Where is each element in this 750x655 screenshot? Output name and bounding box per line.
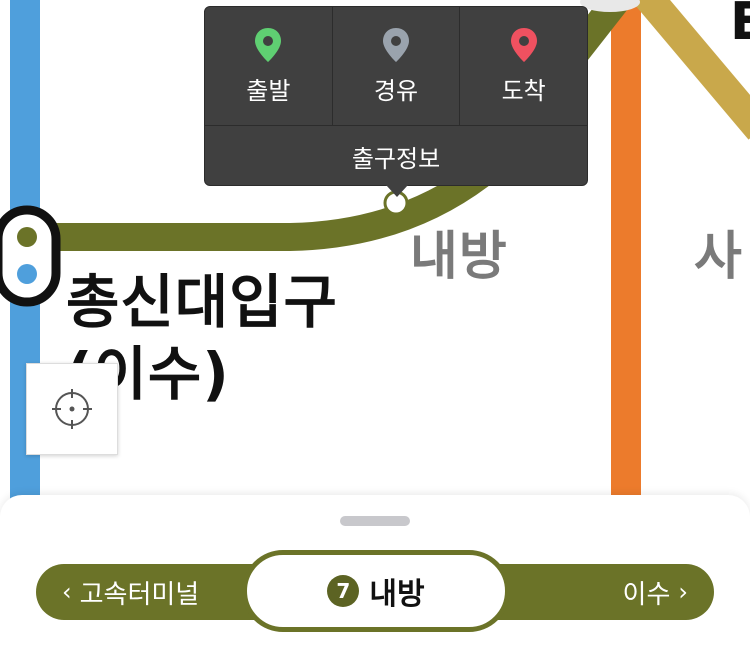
chevron-left-icon: ‹ <box>62 578 72 606</box>
current-location-button[interactable] <box>26 363 118 455</box>
via-label: 경유 <box>373 76 419 105</box>
sheet-drag-handle[interactable] <box>340 516 410 526</box>
exit-info-label: 출구정보 <box>351 144 441 173</box>
exit-info-button[interactable]: 출구정보 <box>205 126 587 186</box>
station-label-partial-right[interactable]: 사 <box>694 214 742 289</box>
line-4-dot <box>17 264 37 284</box>
departure-pin-icon <box>255 27 282 62</box>
station-action-popup: 출발 경유 도착 출구정보 <box>204 6 588 186</box>
prev-station-label: 고속터미널 <box>79 579 200 610</box>
orange-line-track <box>611 0 641 500</box>
crosshair-icon <box>52 389 92 429</box>
transfer-station-marker <box>0 205 61 307</box>
set-departure-button[interactable]: 출발 <box>205 7 333 125</box>
arrival-pin-icon <box>510 27 537 62</box>
station-label-partial-top[interactable]: E <box>730 0 750 52</box>
line-number-badge: 7 <box>327 575 360 607</box>
route-actions-row: 출발 경유 도착 <box>205 7 587 126</box>
popup-pointer <box>386 185 408 197</box>
departure-label: 출발 <box>246 76 291 105</box>
arrival-label: 도착 <box>501 76 546 105</box>
set-via-button[interactable]: 경유 <box>333 7 461 125</box>
next-station-label: 이수 <box>622 579 671 610</box>
line-7-dot <box>17 227 37 247</box>
set-arrival-button[interactable]: 도착 <box>460 7 587 125</box>
next-station-button[interactable]: 이수 › <box>623 574 696 610</box>
via-pin-icon <box>383 27 409 62</box>
station-label-naebang[interactable]: 내방 <box>410 214 508 289</box>
chevron-right-icon: › <box>678 578 688 606</box>
current-station-name: 내방 <box>369 577 425 612</box>
station-label-chongshin-line1: 총신대입구 <box>66 268 338 336</box>
station-bottom-sheet: ‹ 고속터미널 이수 › 7 내방 <box>0 495 750 655</box>
prev-station-button[interactable]: ‹ 고속터미널 <box>54 574 199 610</box>
current-station-pill[interactable]: 7 내방 <box>242 550 510 632</box>
